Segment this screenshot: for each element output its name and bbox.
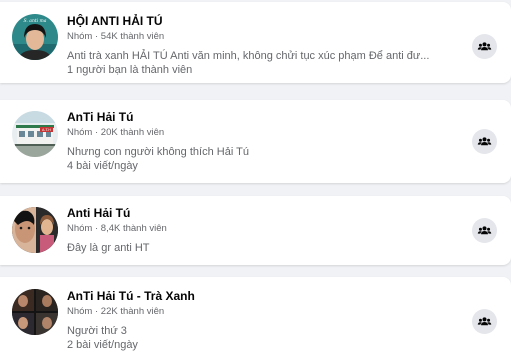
group-name[interactable]: AnTi Hải Tú - Trà Xanh <box>67 289 459 303</box>
group-card[interactable]: Anti Hải Tú Nhóm · 8,4K thành viên Đây l… <box>0 196 511 265</box>
group-name[interactable]: HỘI ANTI HẢI TÚ <box>67 14 459 28</box>
group-meta: Nhóm · 20K thành viên <box>67 127 165 138</box>
group-avatar[interactable] <box>12 289 58 335</box>
group-name[interactable]: AnTi Hải Tú <box>67 110 459 124</box>
group-icon <box>477 317 492 326</box>
group-activity: 2 bài viết/ngày <box>67 339 138 351</box>
group-description: Người thứ 3 <box>67 325 127 337</box>
group-meta: Nhóm · 54K thành viên <box>67 31 165 42</box>
join-group-button[interactable] <box>472 34 497 59</box>
group-friends-info: 1 người bạn là thành viên <box>67 64 193 76</box>
group-icon <box>477 137 492 146</box>
group-icon <box>477 42 492 51</box>
group-meta: Nhóm · 22K thành viên <box>67 306 165 317</box>
group-avatar[interactable] <box>12 207 58 253</box>
group-card[interactable]: A.T.H AnTi Hải Tú Nhóm · 20K thành viên … <box>0 100 511 183</box>
group-activity: 4 bài viết/ngày <box>67 160 138 172</box>
group-meta: Nhóm · 8,4K thành viên <box>67 223 167 234</box>
group-description: Anti trà xanh HẢI TÚ Anti văn minh, khôn… <box>67 50 430 62</box>
group-icon <box>477 226 492 235</box>
join-group-button[interactable] <box>472 218 497 243</box>
join-group-button[interactable] <box>472 129 497 154</box>
group-avatar[interactable]: A.T.H <box>12 111 58 157</box>
join-group-button[interactable] <box>472 309 497 334</box>
group-description: Nhưng con người không thích Hải Tú <box>67 146 249 158</box>
group-description: Đây là gr anti HT <box>67 242 150 254</box>
group-card[interactable]: AnTi Hải Tú - Trà Xanh Nhóm · 22K thành … <box>0 277 511 357</box>
group-avatar[interactable]: S. anti ma <box>12 14 58 60</box>
group-card[interactable]: S. anti ma HỘI ANTI HẢI TÚ Nhóm · 54K th… <box>0 2 511 83</box>
group-name[interactable]: Anti Hải Tú <box>67 206 459 220</box>
avatar-caption: S. anti ma <box>24 18 47 24</box>
avatar-caption: A.T.H <box>42 128 51 132</box>
